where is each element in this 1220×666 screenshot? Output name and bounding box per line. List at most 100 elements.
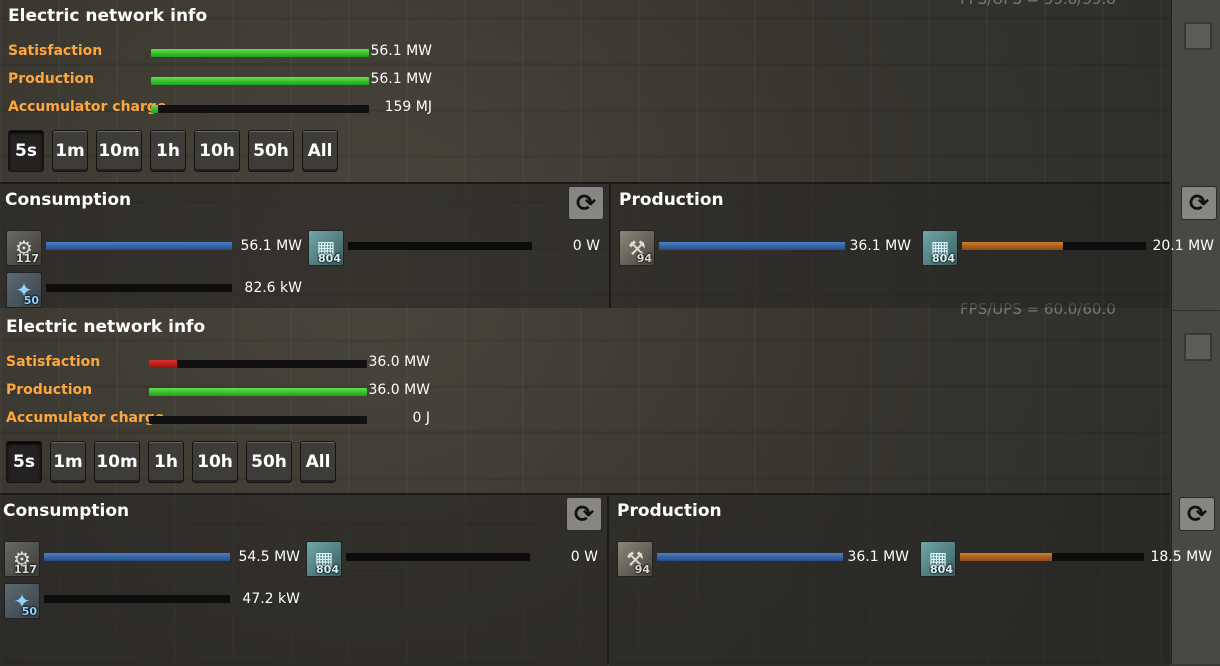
time-button-1h[interactable]: 1h bbox=[150, 130, 186, 172]
time-button-1m[interactable]: 1m bbox=[50, 441, 86, 483]
consumption-value: 54.5 MW bbox=[238, 549, 300, 565]
production-bar bbox=[151, 77, 369, 85]
satisfaction-value: 56.1 MW bbox=[370, 43, 432, 59]
consumption-title: Consumption bbox=[5, 190, 132, 210]
toolbar-button[interactable] bbox=[1184, 333, 1212, 361]
refresh-icon: ⟳ bbox=[1188, 189, 1210, 217]
time-button-all[interactable]: All bbox=[300, 441, 336, 483]
consumption-section: Consumption ⟳ ⚙ 117 54.5 MW ▦ 804 0 W ✦ 50 … bbox=[0, 493, 608, 666]
accumulator-icon: ⚙ 117 bbox=[4, 541, 40, 577]
accumulator-charge-label: Accumulator charge bbox=[6, 410, 165, 426]
accumulator-charge-bar bbox=[151, 105, 369, 113]
entity-count: 804 bbox=[932, 252, 955, 265]
time-button-50h[interactable]: 50h bbox=[246, 441, 292, 483]
time-button-50h[interactable]: 50h bbox=[248, 130, 294, 172]
refresh-button[interactable]: ⟳ bbox=[1181, 186, 1217, 220]
consumption-value: 56.1 MW bbox=[240, 238, 302, 254]
consumption-entry[interactable]: ⚙ 117 54.5 MW bbox=[4, 541, 304, 577]
time-button-5s[interactable]: 5s bbox=[8, 130, 44, 172]
refresh-button[interactable]: ⟳ bbox=[1179, 497, 1215, 531]
production-label: Production bbox=[6, 382, 93, 398]
refresh-button[interactable]: ⟳ bbox=[566, 497, 602, 531]
time-button-10m[interactable]: 10m bbox=[96, 130, 142, 172]
production-value: 36.1 MW bbox=[849, 238, 911, 254]
satisfaction-value: 36.0 MW bbox=[368, 354, 430, 370]
time-button-1m[interactable]: 1m bbox=[52, 130, 88, 172]
consumption-title: Consumption bbox=[3, 501, 130, 521]
production-value: 36.0 MW bbox=[368, 382, 430, 398]
consumption-entry[interactable]: ✦ 50 82.6 kW bbox=[6, 272, 306, 308]
substation-icon: ▦ 804 bbox=[306, 541, 342, 577]
satisfaction-bar bbox=[151, 49, 369, 57]
substation-icon: ▦ 804 bbox=[922, 230, 958, 266]
time-button-5s[interactable]: 5s bbox=[6, 441, 42, 483]
spray-icon: ✦ 50 bbox=[4, 583, 40, 619]
satisfaction-row: Satisfaction 56.1 MW bbox=[8, 43, 448, 65]
production-row: Production 36.0 MW bbox=[6, 382, 446, 404]
time-button-10m[interactable]: 10m bbox=[94, 441, 140, 483]
production-label: Production bbox=[8, 71, 95, 87]
consumption-section: Consumption ⟳ ⚙ 117 56.1 MW ▦ 804 0 W ✦ 50 … bbox=[0, 182, 610, 308]
accumulator-charge-label: Accumulator charge bbox=[8, 99, 167, 115]
accumulator-charge-value: 0 J bbox=[412, 410, 431, 426]
spray-icon: ✦ 50 bbox=[6, 272, 42, 308]
consumption-entry[interactable]: ⚙ 117 56.1 MW bbox=[6, 230, 306, 266]
time-button-10h[interactable]: 10h bbox=[194, 130, 240, 172]
consumption-bar bbox=[44, 553, 230, 561]
electric-network-panel: Electric network info Satisfaction 56.1 … bbox=[0, 0, 1217, 308]
entity-count: 804 bbox=[318, 252, 341, 265]
production-entry[interactable]: ⚒ 94 36.1 MW bbox=[617, 541, 917, 577]
right-toolbar-bottom bbox=[1171, 311, 1220, 664]
production-value: 36.1 MW bbox=[847, 549, 909, 565]
refresh-icon: ⟳ bbox=[575, 189, 597, 217]
accumulator-charge-bar bbox=[149, 416, 367, 424]
production-entry[interactable]: ▦ 804 20.1 MW bbox=[922, 230, 1220, 266]
satisfaction-row: Satisfaction 36.0 MW bbox=[6, 354, 446, 376]
substation-icon: ▦ 804 bbox=[920, 541, 956, 577]
panel-title: Electric network info bbox=[8, 6, 208, 26]
accumulator-charge-row: Accumulator charge 159 MJ bbox=[8, 99, 448, 121]
production-value: 56.1 MW bbox=[370, 71, 432, 87]
steam-engine-icon: ⚒ 94 bbox=[617, 541, 653, 577]
entity-count: 117 bbox=[14, 563, 37, 576]
consumption-value: 0 W bbox=[572, 238, 600, 254]
consumption-entry[interactable]: ✦ 50 47.2 kW bbox=[4, 583, 304, 619]
toolbar-button[interactable] bbox=[1184, 22, 1212, 50]
entity-count: 94 bbox=[636, 252, 652, 265]
refresh-button[interactable]: ⟳ bbox=[568, 186, 604, 220]
production-title: Production bbox=[617, 501, 722, 521]
accumulator-icon: ⚙ 117 bbox=[6, 230, 42, 266]
time-range-buttons: 5s 1m 10m 1h 10h 50h All bbox=[8, 130, 368, 172]
electric-network-panel: Electric network info Satisfaction 36.0 … bbox=[0, 311, 1215, 666]
production-section: Production ⟳ ⚒ 94 36.1 MW ▦ 804 18.5 MW bbox=[609, 493, 1215, 666]
time-button-1h[interactable]: 1h bbox=[148, 441, 184, 483]
refresh-icon: ⟳ bbox=[573, 500, 595, 528]
satisfaction-label: Satisfaction bbox=[6, 354, 101, 370]
entity-count: 50 bbox=[21, 605, 37, 618]
satisfaction-bar bbox=[149, 360, 367, 368]
time-range-buttons: 5s 1m 10m 1h 10h 50h All bbox=[6, 441, 366, 483]
consumption-bar bbox=[44, 595, 230, 603]
consumption-bar bbox=[46, 284, 232, 292]
entity-count: 50 bbox=[23, 294, 39, 307]
consumption-entry[interactable]: ▦ 804 0 W bbox=[306, 541, 606, 577]
substation-icon: ▦ 804 bbox=[308, 230, 344, 266]
production-value: 18.5 MW bbox=[1150, 549, 1212, 565]
consumption-value: 82.6 kW bbox=[244, 280, 302, 296]
accumulator-charge-row: Accumulator charge 0 J bbox=[6, 410, 446, 432]
satisfaction-label: Satisfaction bbox=[8, 43, 103, 59]
consumption-entry[interactable]: ▦ 804 0 W bbox=[308, 230, 608, 266]
time-button-all[interactable]: All bbox=[302, 130, 338, 172]
refresh-icon: ⟳ bbox=[1186, 500, 1208, 528]
production-entry[interactable]: ▦ 804 18.5 MW bbox=[920, 541, 1220, 577]
production-entry[interactable]: ⚒ 94 36.1 MW bbox=[619, 230, 919, 266]
consumption-value: 0 W bbox=[570, 549, 598, 565]
production-section: Production ⟳ ⚒ 94 36.1 MW ▦ 804 20.1 MW bbox=[611, 182, 1217, 308]
steam-engine-icon: ⚒ 94 bbox=[619, 230, 655, 266]
time-button-10h[interactable]: 10h bbox=[192, 441, 238, 483]
production-title: Production bbox=[619, 190, 724, 210]
consumption-bar bbox=[46, 242, 232, 250]
accumulator-charge-value: 159 MJ bbox=[384, 99, 432, 115]
entity-count: 804 bbox=[930, 563, 953, 576]
production-bar bbox=[149, 388, 367, 396]
